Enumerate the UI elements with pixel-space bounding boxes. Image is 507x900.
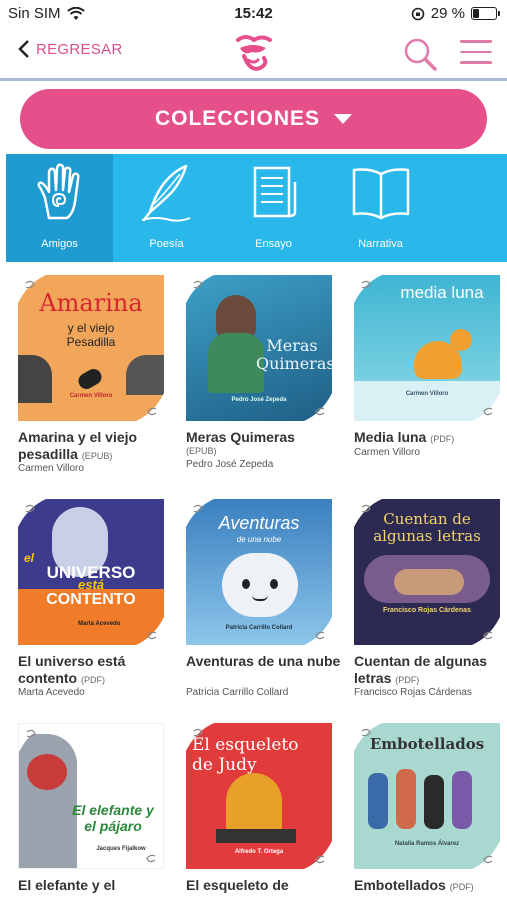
book-format: (PDF) bbox=[430, 434, 455, 444]
back-label: REGRESAR bbox=[36, 40, 123, 58]
book-title[interactable]: El elefante y el bbox=[18, 877, 173, 894]
swirl-ornament-icon bbox=[472, 393, 500, 421]
cover-subtitle: y el viejo Pesadilla bbox=[66, 321, 116, 349]
hamburger-menu-icon[interactable] bbox=[460, 40, 492, 66]
quill-icon bbox=[141, 164, 191, 222]
book-title[interactable]: Embotellados (PDF) bbox=[354, 877, 507, 896]
search-icon[interactable] bbox=[402, 36, 438, 72]
category-bar: Amigos Poesía Ensayo Narrativa bbox=[6, 154, 507, 262]
swirl-ornament-icon bbox=[18, 275, 46, 303]
category-tab-narrativa[interactable]: Narrativa bbox=[327, 154, 434, 262]
app-logo[interactable] bbox=[230, 32, 276, 74]
cover-title: El elefante y el pájaro bbox=[72, 802, 154, 834]
cover-title: Meras Quimeras bbox=[256, 336, 332, 373]
swirl-ornament-icon bbox=[186, 499, 214, 527]
book-title[interactable]: Aventuras de una nube bbox=[186, 653, 341, 670]
swirl-ornament-icon bbox=[186, 275, 214, 303]
back-button[interactable]: REGRESAR bbox=[18, 40, 123, 58]
category-label: Ensayo bbox=[255, 238, 292, 250]
scroll-icon bbox=[253, 166, 297, 218]
book-cover[interactable]: Aventuras de una nube Patricia Carrillo … bbox=[186, 499, 332, 645]
chevron-left-icon bbox=[18, 40, 29, 58]
status-bar: Sin SIM 15:42 29 % bbox=[0, 0, 507, 28]
book-format: (PDF) bbox=[395, 675, 420, 685]
swirl-ornament-icon bbox=[472, 617, 500, 645]
orientation-lock-icon bbox=[411, 7, 425, 20]
category-label: Narrativa bbox=[358, 238, 403, 250]
category-label: Amigos bbox=[41, 238, 78, 250]
book-format: (EPUB) bbox=[81, 451, 113, 461]
battery-percent: 29 % bbox=[430, 5, 465, 22]
swirl-ornament-icon bbox=[304, 617, 332, 645]
collections-label: COLECCIONES bbox=[154, 107, 320, 130]
battery-icon bbox=[471, 7, 500, 20]
book-format: (PDF) bbox=[81, 675, 105, 685]
swirl-ornament-icon bbox=[304, 393, 332, 421]
book-cover[interactable]: el UNIVERSO está CONTENTO Marta Acevedo bbox=[18, 499, 164, 645]
swirl-ornament-icon bbox=[136, 617, 164, 645]
book-title[interactable]: El universo está contento (PDF) bbox=[18, 653, 173, 689]
cover-subtitle: de una nube bbox=[236, 535, 282, 544]
battery-level bbox=[473, 9, 480, 18]
swirl-ornament-icon bbox=[354, 275, 382, 303]
cover-author: Francisco Rojas Cárdenas bbox=[383, 607, 471, 614]
book-author: Carmen Villoro bbox=[354, 447, 420, 458]
book-author: Marta Acevedo bbox=[18, 687, 85, 698]
category-tab-amigos[interactable]: Amigos bbox=[6, 154, 113, 262]
book-cover[interactable]: Meras Quimeras Pedro José Zepeda bbox=[186, 275, 332, 421]
caret-down-icon bbox=[334, 114, 352, 124]
book-title[interactable]: Meras Quimeras (EPUB) bbox=[186, 429, 341, 457]
collections-dropdown-button[interactable]: COLECCIONES bbox=[20, 89, 487, 149]
book-format: (PDF) bbox=[449, 882, 474, 892]
nav-divider bbox=[0, 78, 507, 81]
book-title[interactable]: El esqueleto de bbox=[186, 877, 341, 894]
hand-icon bbox=[37, 163, 80, 220]
swirl-ornament-icon bbox=[354, 499, 382, 527]
category-tab-poesia[interactable]: Poesía bbox=[113, 154, 220, 262]
book-cover[interactable]: El esqueleto de Judy Alfredo T. Ortega bbox=[186, 723, 332, 869]
book-author: Carmen Villoro bbox=[18, 463, 84, 474]
cover-title: media luna bbox=[400, 283, 484, 302]
swirl-ornament-icon bbox=[186, 723, 214, 751]
swirl-ornament-icon bbox=[304, 841, 332, 869]
book-author: Patricia Carrillo Collard bbox=[186, 687, 289, 698]
swirl-ornament-icon bbox=[19, 724, 47, 752]
category-label: Poesía bbox=[149, 238, 184, 250]
book-cover[interactable]: Cuentan de algunas letras Francisco Roja… bbox=[354, 499, 500, 645]
open-book-icon bbox=[352, 168, 410, 220]
swirl-ornament-icon bbox=[472, 841, 500, 869]
book-cover[interactable]: Embotellados Natalia Ramos Álvarez bbox=[354, 723, 500, 869]
nav-bar: REGRESAR bbox=[0, 28, 507, 78]
book-author: Francisco Rojas Cárdenas bbox=[354, 687, 472, 698]
book-cover[interactable]: media luna Carmen Villoro bbox=[354, 275, 500, 421]
book-title[interactable]: Cuentan de algunas letras (PDF) bbox=[354, 653, 507, 689]
swirl-ornament-icon bbox=[135, 840, 163, 868]
book-cover[interactable]: El elefante y el pájaro Jacques Fijalkow bbox=[18, 723, 164, 869]
swirl-ornament-icon bbox=[354, 723, 382, 751]
category-tab-ensayo[interactable]: Ensayo bbox=[220, 154, 327, 262]
swirl-ornament-icon bbox=[18, 499, 46, 527]
book-title[interactable]: Media luna (PDF) bbox=[354, 429, 507, 448]
swirl-ornament-icon bbox=[136, 393, 164, 421]
book-author: Pedro José Zepeda bbox=[186, 459, 274, 470]
book-title[interactable]: Amarina y el viejo pesadilla (EPUB) bbox=[18, 429, 173, 465]
book-format: (EPUB) bbox=[186, 446, 217, 456]
cover-subtitle: CONTENTO bbox=[46, 591, 136, 608]
book-cover[interactable]: Amarina y el viejo Pesadilla Carmen Vill… bbox=[18, 275, 164, 421]
